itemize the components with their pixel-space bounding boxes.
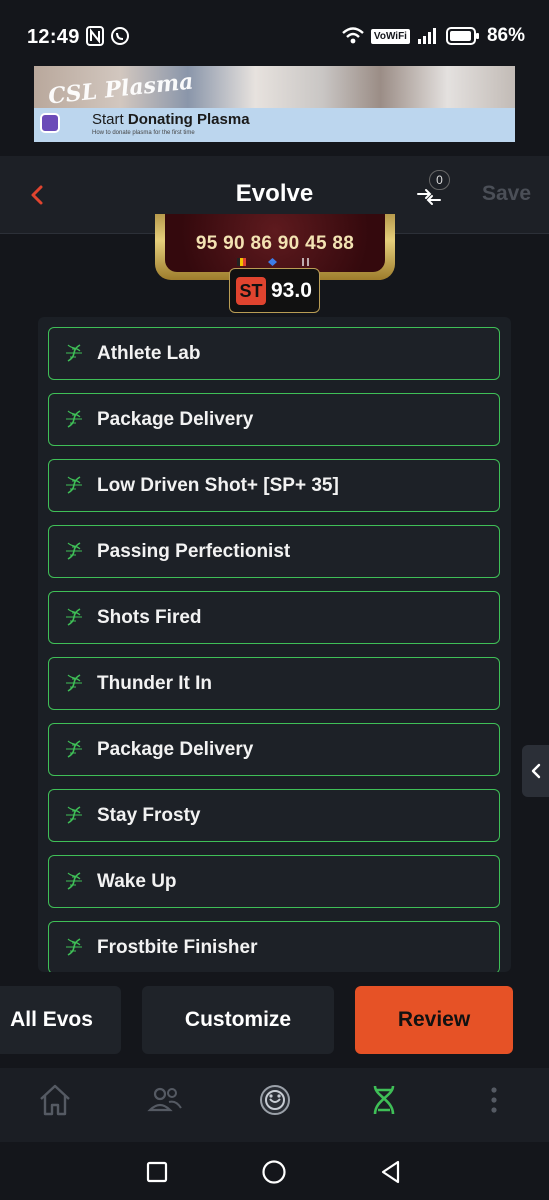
dna-icon bbox=[66, 806, 82, 824]
evolution-label: Stay Frosty bbox=[97, 805, 201, 826]
system-nav-bar bbox=[0, 1142, 549, 1200]
all-evos-button[interactable]: All Evos bbox=[0, 986, 121, 1054]
chevron-left-icon bbox=[531, 763, 541, 779]
save-button[interactable]: Save bbox=[482, 182, 531, 206]
ad-app-icon bbox=[40, 113, 60, 133]
wifi-icon bbox=[342, 27, 364, 44]
dna-icon bbox=[66, 344, 82, 362]
evolution-item[interactable]: Low Driven Shot+ [SP+ 35] bbox=[48, 459, 500, 512]
ad-banner[interactable]: CSL Plasma Start Donating Plasma How to … bbox=[34, 66, 515, 142]
nfc-icon bbox=[86, 26, 104, 46]
dna-icon bbox=[66, 542, 82, 560]
status-time: 12:49 bbox=[27, 26, 80, 48]
ad-title-prefix: Start bbox=[92, 111, 128, 128]
evolution-label: Thunder It In bbox=[97, 673, 213, 694]
side-drawer-tab[interactable] bbox=[522, 745, 549, 797]
evolution-item[interactable]: Wake Up bbox=[48, 855, 500, 908]
battery-icon bbox=[445, 27, 479, 45]
home-icon[interactable] bbox=[35, 1080, 75, 1120]
dna-icon bbox=[66, 740, 82, 758]
position-rating-badge: ST 93.0 bbox=[229, 268, 320, 313]
card-stats: 95 90 86 90 45 88 bbox=[195, 233, 355, 254]
evolution-label: Package Delivery bbox=[97, 409, 254, 430]
battery-percent: 86% bbox=[486, 25, 525, 46]
nation-flag-icon bbox=[237, 258, 246, 266]
recent-apps-icon[interactable] bbox=[143, 1158, 171, 1186]
league-icon bbox=[268, 258, 277, 266]
evolution-label: Package Delivery bbox=[97, 739, 254, 760]
evolution-label: Athlete Lab bbox=[97, 343, 201, 364]
compare-count-badge: 0 bbox=[429, 170, 450, 190]
evolution-item[interactable]: Thunder It In bbox=[48, 657, 500, 710]
ad-subtitle: How to donate plasma for the first time bbox=[92, 130, 195, 136]
evolution-item[interactable]: Athlete Lab bbox=[48, 327, 500, 380]
evolution-label: Frostbite Finisher bbox=[97, 937, 258, 958]
evolution-label: Shots Fired bbox=[97, 607, 202, 628]
evolution-label: Low Driven Shot+ [SP+ 35] bbox=[97, 475, 339, 496]
more-options-icon[interactable] bbox=[474, 1080, 514, 1120]
evolution-item[interactable]: Package Delivery bbox=[48, 393, 500, 446]
evolution-label: Passing Perfectionist bbox=[97, 541, 291, 562]
back-triangle-icon[interactable] bbox=[377, 1158, 405, 1186]
dna-icon bbox=[66, 872, 82, 890]
evolution-item[interactable]: Shots Fired bbox=[48, 591, 500, 644]
evolution-label: Wake Up bbox=[97, 871, 177, 892]
ad-title-bold: Donating Plasma bbox=[127, 111, 250, 128]
evolution-item[interactable]: Frostbite Finisher bbox=[48, 921, 500, 972]
status-indicators: VoWiFi 86% bbox=[342, 25, 525, 47]
dna-icon bbox=[66, 938, 82, 956]
dna-icon bbox=[66, 674, 82, 692]
position-label: ST bbox=[236, 277, 266, 305]
signal-icon bbox=[417, 28, 436, 44]
review-button[interactable]: Review bbox=[355, 986, 513, 1054]
dna-icon bbox=[66, 608, 82, 626]
home-circle-icon[interactable] bbox=[260, 1158, 288, 1186]
evolution-dna-icon[interactable] bbox=[364, 1080, 404, 1120]
evolution-item[interactable]: Passing Perfectionist bbox=[48, 525, 500, 578]
status-bar: 12:49 VoWiFi 86% bbox=[0, 0, 549, 62]
dna-icon bbox=[66, 410, 82, 428]
dna-icon bbox=[66, 476, 82, 494]
whatsapp-icon bbox=[111, 27, 129, 45]
overall-rating: 93.0 bbox=[271, 279, 312, 302]
vowifi-badge: VoWiFi bbox=[370, 28, 410, 44]
evolution-item[interactable]: Stay Frosty bbox=[48, 789, 500, 842]
evolution-list: Athlete Lab Package Delivery Low Driven … bbox=[38, 317, 511, 972]
club-icon bbox=[302, 258, 309, 266]
ad-title: Start Donating Plasma bbox=[92, 111, 250, 128]
evolution-item[interactable]: Package Delivery bbox=[48, 723, 500, 776]
bottom-nav bbox=[0, 1068, 549, 1142]
page-title: Evolve bbox=[235, 180, 314, 207]
action-bar: All Evos Customize Review bbox=[0, 972, 549, 1068]
customize-button[interactable]: Customize bbox=[142, 986, 334, 1054]
app-logo-icon[interactable] bbox=[255, 1080, 295, 1120]
friends-icon[interactable] bbox=[145, 1080, 185, 1120]
